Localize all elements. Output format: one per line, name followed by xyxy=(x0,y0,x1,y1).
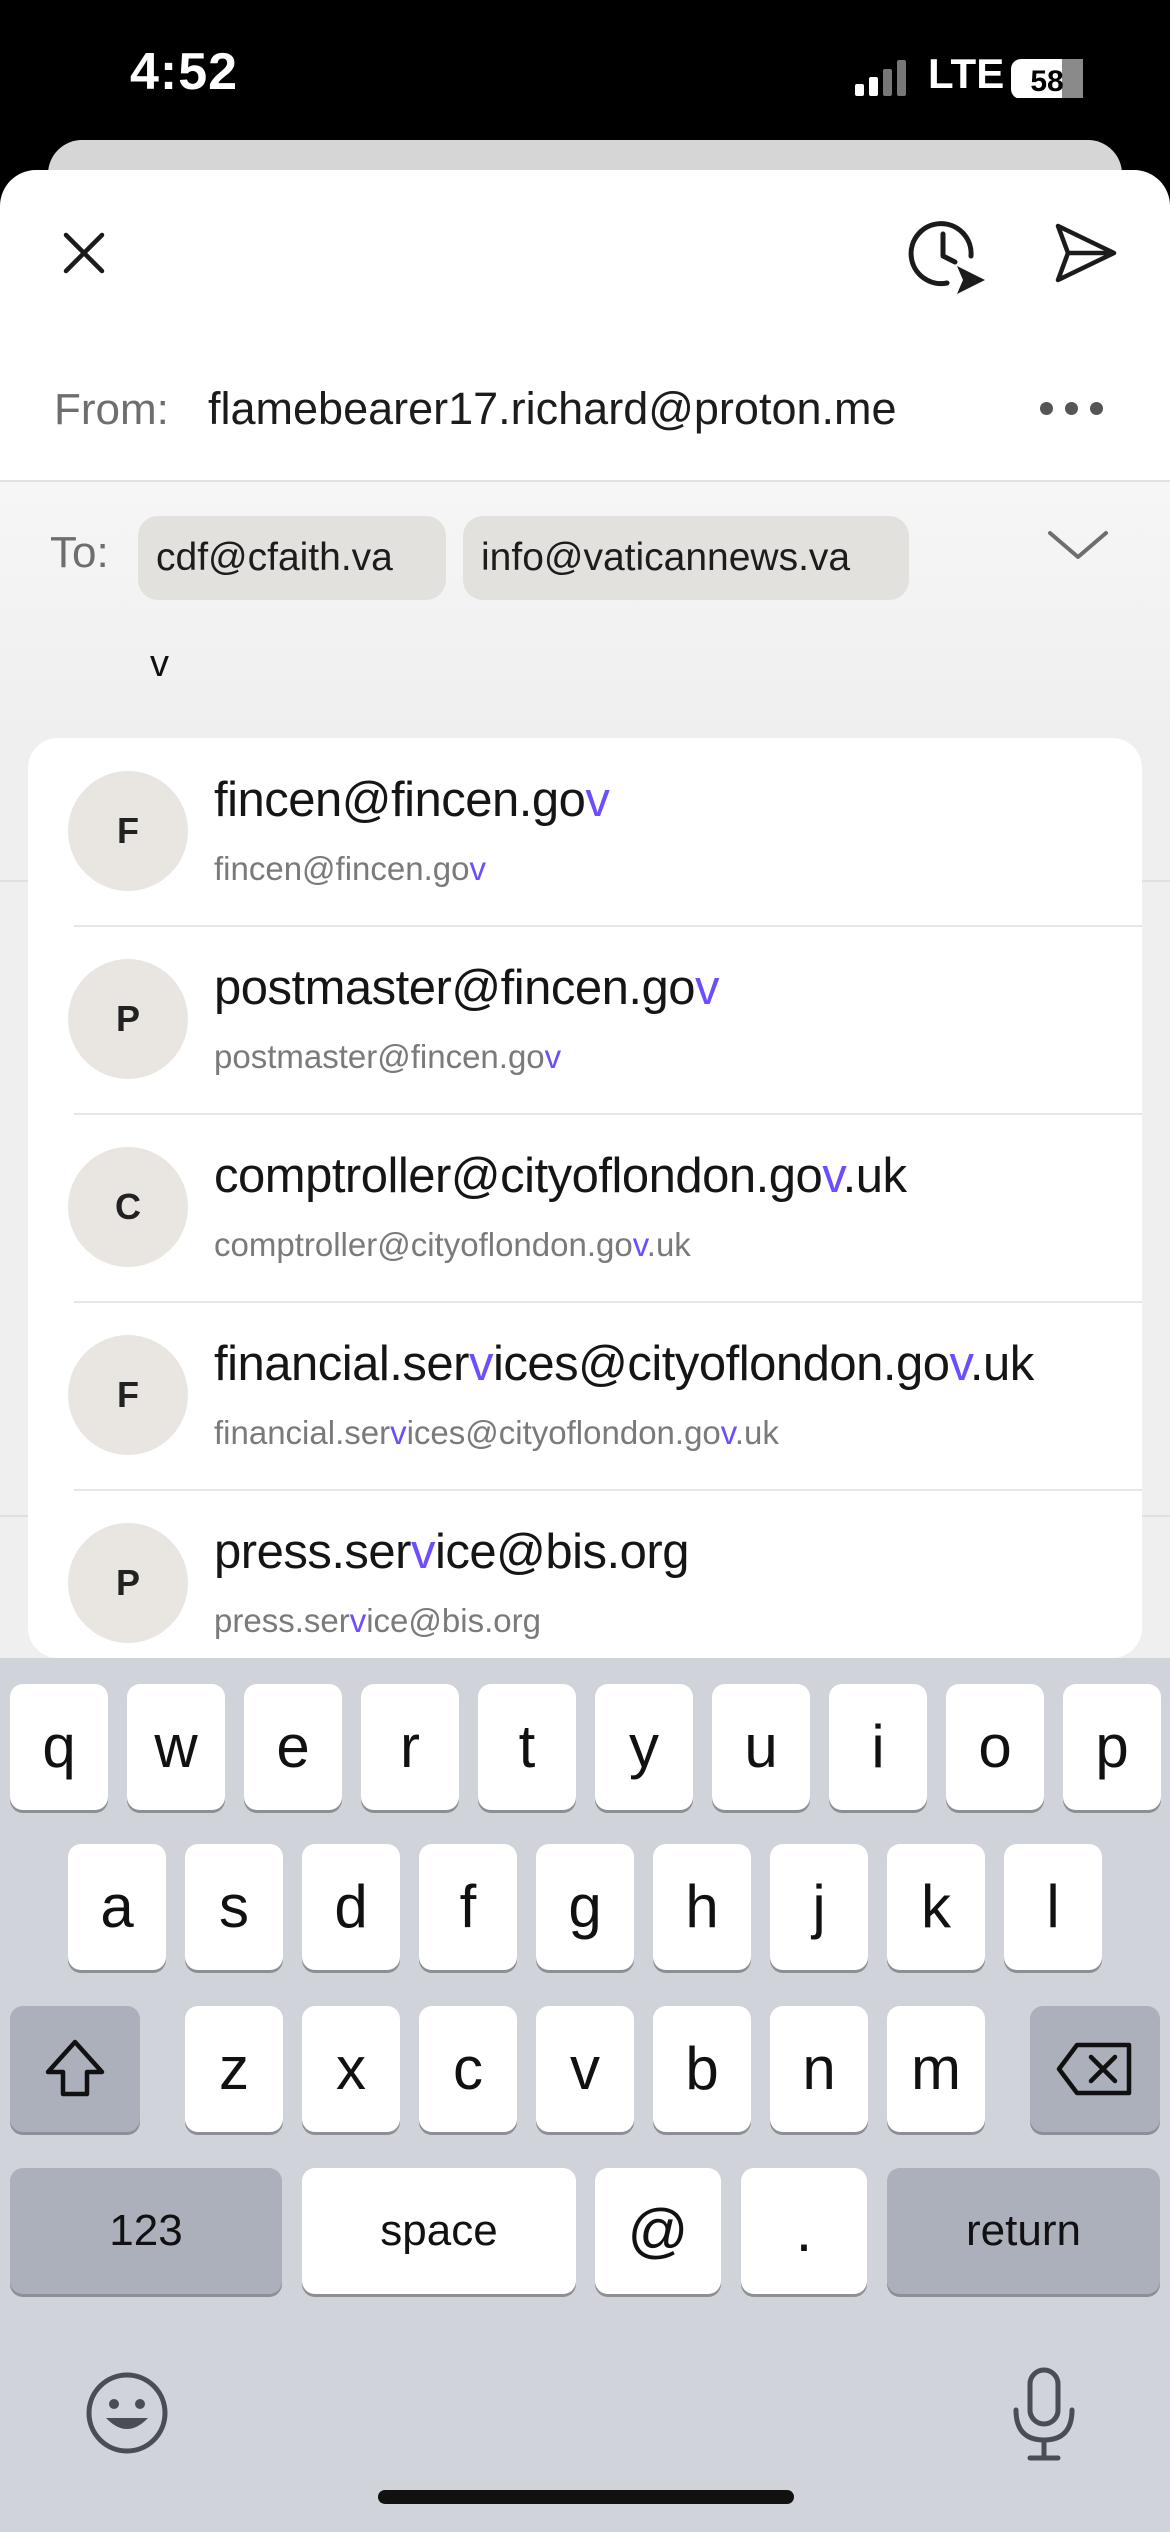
microphone-icon[interactable] xyxy=(1004,2364,1084,2464)
suggestion-title: press.service@bis.org xyxy=(214,1525,689,1579)
suggestion-item[interactable]: F financial.services@cityoflondon.gov.uk… xyxy=(28,1302,1142,1490)
key-n[interactable]: n xyxy=(770,2006,868,2132)
shift-key[interactable] xyxy=(10,2006,140,2132)
suggestion-subtitle: financial.services@cityoflondon.gov.uk xyxy=(214,1414,779,1451)
to-label: To: xyxy=(50,528,109,577)
suggestion-item[interactable]: C comptroller@cityoflondon.gov.uk comptr… xyxy=(28,1114,1142,1302)
key-z[interactable]: z xyxy=(185,2006,283,2132)
avatar: P xyxy=(68,959,188,1079)
key-y[interactable]: y xyxy=(595,1684,693,1810)
dot-key[interactable]: . xyxy=(741,2168,867,2294)
from-label: From: xyxy=(54,385,169,434)
return-key[interactable]: return xyxy=(887,2168,1160,2294)
key-g[interactable]: g xyxy=(536,1844,634,1970)
close-icon[interactable] xyxy=(56,225,112,281)
battery-level: 58 xyxy=(1030,65,1063,98)
avatar: F xyxy=(68,1335,188,1455)
send-icon[interactable] xyxy=(1050,218,1120,288)
key-c[interactable]: c xyxy=(419,2006,517,2132)
backspace-icon xyxy=(1056,2042,1132,2096)
key-i[interactable]: i xyxy=(829,1684,927,1810)
suggestion-item[interactable]: F fincen@fincen.gov fincen@fincen.gov xyxy=(28,738,1142,926)
key-m[interactable]: m xyxy=(887,2006,985,2132)
key-h[interactable]: h xyxy=(653,1844,751,1970)
recipient-chip[interactable]: info@vaticannews.va xyxy=(463,516,909,600)
space-key[interactable]: space xyxy=(302,2168,576,2294)
suggestion-item[interactable]: P press.service@bis.org press.service@bi… xyxy=(28,1490,1142,1658)
avatar: C xyxy=(68,1147,188,1267)
key-w[interactable]: w xyxy=(127,1684,225,1810)
key-o[interactable]: o xyxy=(946,1684,1044,1810)
battery-icon: 58 xyxy=(1011,59,1083,98)
suggestion-subtitle: fincen@fincen.gov xyxy=(214,850,486,887)
key-t[interactable]: t xyxy=(478,1684,576,1810)
key-p[interactable]: p xyxy=(1063,1684,1161,1810)
suggestion-subtitle: comptroller@cityoflondon.gov.uk xyxy=(214,1226,691,1263)
status-time: 4:52 xyxy=(130,43,239,101)
suggestion-list: F fincen@fincen.gov fincen@fincen.gov P … xyxy=(28,738,1142,1658)
avatar: P xyxy=(68,1523,188,1643)
key-b[interactable]: b xyxy=(653,2006,751,2132)
more-icon[interactable] xyxy=(1040,400,1104,420)
recipient-chip[interactable]: cdf@cfaith.va xyxy=(138,516,446,600)
key-e[interactable]: e xyxy=(244,1684,342,1810)
key-f[interactable]: f xyxy=(419,1844,517,1970)
key-s[interactable]: s xyxy=(185,1844,283,1970)
emoji-icon[interactable] xyxy=(82,2368,172,2458)
keyboard: q w e r t y u i o p a s d f g h j k l z … xyxy=(0,1658,1170,2532)
key-x[interactable]: x xyxy=(302,2006,400,2132)
key-v[interactable]: v xyxy=(536,2006,634,2132)
key-l[interactable]: l xyxy=(1004,1844,1102,1970)
avatar: F xyxy=(68,771,188,891)
key-d[interactable]: d xyxy=(302,1844,400,1970)
shift-icon xyxy=(45,2039,105,2097)
key-a[interactable]: a xyxy=(68,1844,166,1970)
at-key[interactable]: @ xyxy=(595,2168,721,2294)
schedule-send-icon[interactable] xyxy=(905,212,991,298)
key-j[interactable]: j xyxy=(770,1844,868,1970)
key-k[interactable]: k xyxy=(887,1844,985,1970)
suggestion-title: postmaster@fincen.gov xyxy=(214,961,719,1015)
key-u[interactable]: u xyxy=(712,1684,810,1810)
from-address[interactable]: flamebearer17.richard@proton.me xyxy=(208,383,897,435)
suggestion-item[interactable]: P postmaster@fincen.gov postmaster@fince… xyxy=(28,926,1142,1114)
numbers-key[interactable]: 123 xyxy=(10,2168,282,2294)
key-r[interactable]: r xyxy=(361,1684,459,1810)
key-q[interactable]: q xyxy=(10,1684,108,1810)
home-indicator[interactable] xyxy=(378,2490,794,2504)
chevron-down-icon[interactable] xyxy=(1046,525,1110,565)
suggestion-title: comptroller@cityoflondon.gov.uk xyxy=(214,1149,907,1203)
suggestion-subtitle: press.service@bis.org xyxy=(214,1602,541,1639)
signal-icon xyxy=(855,60,906,96)
suggestion-title: financial.services@cityoflondon.gov.uk xyxy=(214,1337,1034,1391)
network-type: LTE xyxy=(928,50,1005,97)
suggestion-title: fincen@fincen.gov xyxy=(214,773,610,827)
suggestion-subtitle: postmaster@fincen.gov xyxy=(214,1038,562,1075)
backspace-key[interactable] xyxy=(1030,2006,1160,2132)
to-input[interactable]: v xyxy=(150,643,169,686)
